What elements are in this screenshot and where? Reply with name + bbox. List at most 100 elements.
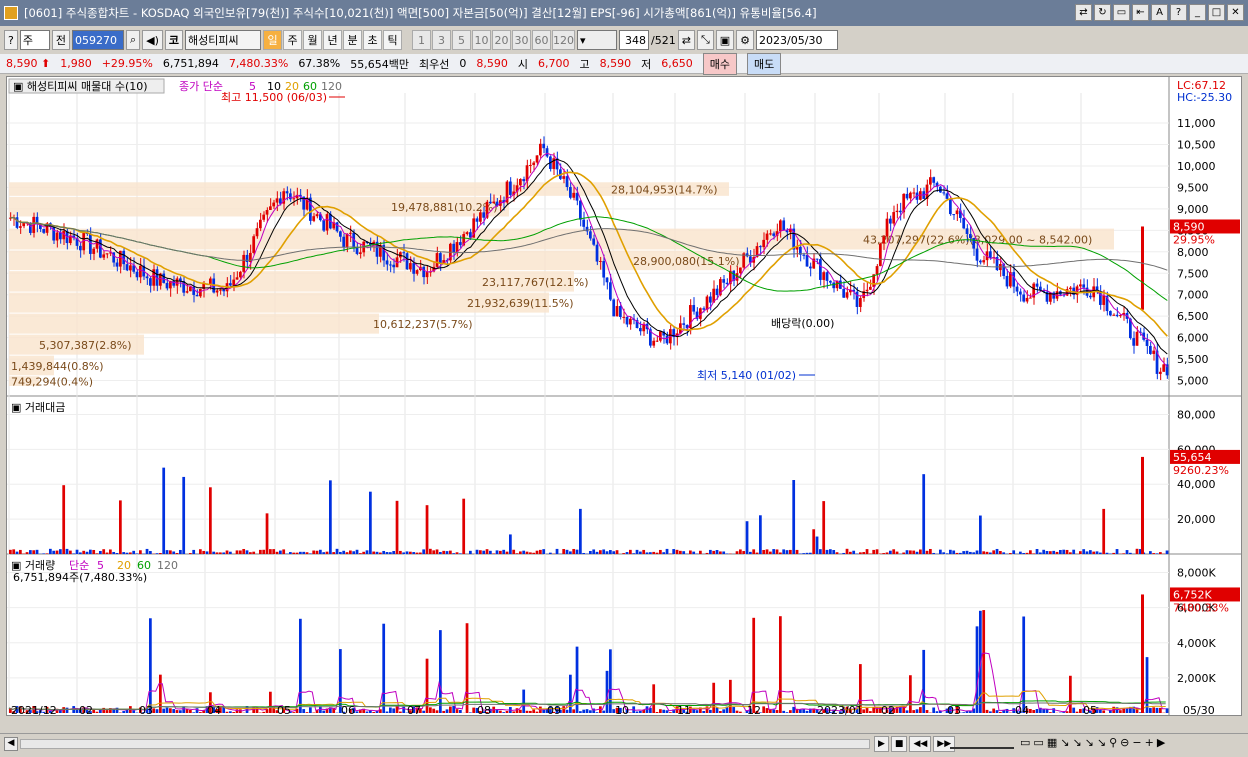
minute-dropdown[interactable]: ▾ xyxy=(577,30,618,50)
amount-bar xyxy=(162,467,166,554)
scroll-bar[interactable]: ◀ ▶ ■ ◀◀ ▶▶ ▭ ▭ ▦ ↘ ↘ ↘ ↘ ⚲ ⊖ − + ▶ xyxy=(0,733,1248,755)
x-axis-label: 06 xyxy=(341,704,355,715)
window-button-3[interactable]: ⇤ xyxy=(1132,4,1149,21)
amount-bar xyxy=(1009,553,1012,554)
minute-tab-2[interactable]: 5 xyxy=(452,30,472,50)
window-button-6[interactable]: _ xyxy=(1189,4,1206,21)
chart-svg[interactable]: 11,00010,50010,0009,5009,0008,5008,0007,… xyxy=(7,77,1241,717)
amount-bar xyxy=(425,505,429,554)
rect2-icon[interactable]: ▭ xyxy=(1033,736,1043,749)
volume-bar xyxy=(1062,712,1066,713)
volume-bar xyxy=(932,707,936,713)
volume-bar xyxy=(792,706,796,713)
market-select[interactable]: 주 xyxy=(19,30,50,50)
minute-tab-4[interactable]: 20 xyxy=(492,30,512,50)
price-tick-label: 6,500 xyxy=(1177,310,1209,323)
amount-bar xyxy=(712,550,716,554)
window-button-4[interactable]: A xyxy=(1151,4,1168,21)
best-label: 최우선 xyxy=(419,57,450,71)
high: 8,590 xyxy=(599,57,632,70)
volume-bar xyxy=(232,712,236,713)
play-icon[interactable]: ▶ xyxy=(874,736,889,752)
minute-tab-6[interactable]: 60 xyxy=(532,30,552,50)
minute-tab-7[interactable]: 120 xyxy=(552,30,576,50)
candle-body xyxy=(809,266,812,269)
minute-tab-1[interactable]: 3 xyxy=(432,30,452,50)
candle-body xyxy=(415,270,419,274)
sell-button[interactable]: 매도 xyxy=(747,52,782,75)
candle-body xyxy=(532,162,536,165)
window-button-1[interactable]: ↻ xyxy=(1094,4,1111,21)
zoom-slider[interactable] xyxy=(950,739,1014,749)
period-tab-3[interactable]: 년 xyxy=(323,30,343,50)
period-tab-1[interactable]: 주 xyxy=(283,30,303,50)
plus-icon[interactable]: + xyxy=(1145,736,1154,749)
amount-bar xyxy=(692,551,696,554)
scroll-left-button[interactable]: ◀ xyxy=(4,737,18,751)
volume-bar xyxy=(662,709,666,713)
search-icon[interactable]: ⌕ xyxy=(125,30,141,50)
amount-bar xyxy=(112,551,116,554)
window-button-0[interactable]: ⇄ xyxy=(1075,4,1092,21)
amount-bar xyxy=(1059,549,1062,554)
ma-period-60: 60 xyxy=(303,80,317,93)
arrow-icon[interactable]: ↘ xyxy=(1060,736,1069,749)
prev-button[interactable]: 전 xyxy=(51,30,70,50)
count-input[interactable]: 348 xyxy=(619,30,650,50)
rect-icon[interactable]: ▭ xyxy=(1020,736,1030,749)
period-tab-2[interactable]: 월 xyxy=(303,30,323,50)
period-tab-4[interactable]: 분 xyxy=(343,30,363,50)
volume-bar xyxy=(629,712,632,713)
amount: 55,654백만 xyxy=(350,57,409,71)
period-tab-0[interactable]: 일 xyxy=(263,30,283,50)
minute-tab-0[interactable]: 1 xyxy=(412,30,432,50)
amount-bar xyxy=(785,550,789,554)
candle-body xyxy=(255,228,259,237)
minute-tab-3[interactable]: 10 xyxy=(472,30,492,50)
window-button-7[interactable]: □ xyxy=(1208,4,1225,21)
arrow4-icon[interactable]: ↘ xyxy=(1097,736,1106,749)
arrow3-icon[interactable]: ↘ xyxy=(1085,736,1094,749)
save-icon[interactable]: ▣ xyxy=(715,30,735,50)
amount-bar xyxy=(992,550,996,554)
period-tab-5[interactable]: 초 xyxy=(363,30,383,50)
candle-body xyxy=(1082,284,1086,288)
amount-bar xyxy=(755,552,759,554)
volume-bar xyxy=(992,708,996,713)
speaker-icon[interactable]: ◀) xyxy=(142,30,163,50)
help-button[interactable]: ? xyxy=(4,30,18,50)
candle-body xyxy=(1015,286,1019,292)
grid-icon[interactable]: ▦ xyxy=(1047,736,1057,749)
volume-bar xyxy=(565,709,569,713)
zoom-out-icon[interactable]: ⊖ xyxy=(1120,736,1129,749)
window-button-5[interactable]: ? xyxy=(1170,4,1187,21)
line-tool-icon[interactable]: ⤡ xyxy=(696,30,714,50)
amount-bar xyxy=(539,549,542,554)
rewind-icon[interactable]: ◀◀ xyxy=(909,736,932,752)
settings-icon[interactable]: ⚙ xyxy=(736,30,755,50)
buy-button[interactable]: 매수 xyxy=(702,52,737,75)
minute-tab-5[interactable]: 30 xyxy=(512,30,532,50)
candle-body xyxy=(819,259,822,280)
zoom-icon[interactable]: ⇄ xyxy=(677,30,695,50)
minus-icon[interactable]: − xyxy=(1132,736,1141,749)
candle-body xyxy=(492,201,496,204)
arrow2-icon[interactable]: ↘ xyxy=(1072,736,1081,749)
amount-bar xyxy=(95,553,99,554)
date-input[interactable]: 2023/05/30 xyxy=(756,30,839,50)
volume-profile-bar xyxy=(9,313,379,334)
code-input[interactable]: 059270 xyxy=(71,30,124,50)
scroll-track[interactable] xyxy=(20,739,870,749)
stop-icon[interactable]: ■ xyxy=(890,736,908,752)
chart-area[interactable]: 11,00010,50010,0009,5009,0008,5008,0007,… xyxy=(6,76,1242,717)
window-button-8[interactable]: ✕ xyxy=(1227,4,1244,21)
candle-body xyxy=(905,193,909,199)
window-button-2[interactable]: ▭ xyxy=(1113,4,1130,21)
amount-bar xyxy=(715,550,719,554)
volume-bar xyxy=(1165,708,1169,713)
right-icon[interactable]: ▶ xyxy=(1157,736,1165,749)
link-icon[interactable]: ⚲ xyxy=(1109,736,1117,749)
period-tab-6[interactable]: 틱 xyxy=(383,30,403,50)
volume-profile-label: 21,932,639(11.5%) xyxy=(467,297,574,310)
candle-body xyxy=(579,200,582,220)
